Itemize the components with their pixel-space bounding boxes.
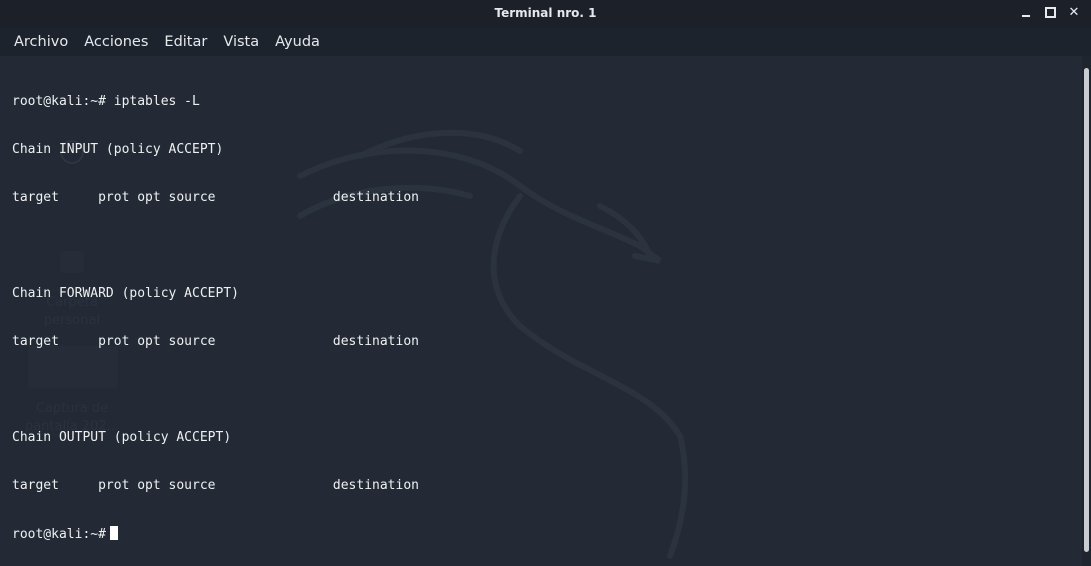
scrollbar[interactable] bbox=[1082, 56, 1091, 566]
menu-bar: Archivo Acciones Editar Vista Ayuda bbox=[0, 28, 1091, 56]
close-button[interactable]: ✕ bbox=[1065, 4, 1083, 22]
shell-prompt: root@kali:~# bbox=[12, 527, 106, 542]
title-bar[interactable]: Terminal nro. 1 ✕ bbox=[0, 0, 1091, 28]
maximize-icon bbox=[1044, 7, 1056, 18]
text-cursor bbox=[109, 526, 118, 540]
minimize-button[interactable] bbox=[1017, 4, 1035, 22]
prompt-line[interactable]: root@kali:~# bbox=[12, 526, 419, 542]
maximize-button[interactable] bbox=[1041, 4, 1059, 22]
terminal-line: root@kali:~# iptables -L bbox=[12, 94, 200, 109]
minimize-icon bbox=[1022, 15, 1030, 17]
terminal-line: Chain OUTPUT (policy ACCEPT) bbox=[12, 430, 232, 445]
window-controls: ✕ bbox=[1017, 4, 1083, 22]
terminal-window: Terminal nro. 1 ✕ Archivo Acciones Edita… bbox=[0, 0, 1091, 566]
menu-archivo[interactable]: Archivo bbox=[6, 30, 76, 54]
terminal-line: target prot opt source destination bbox=[12, 478, 419, 493]
close-icon: ✕ bbox=[1068, 5, 1080, 20]
terminal-output: root@kali:~# iptables -L Chain INPUT (po… bbox=[12, 62, 419, 566]
window-title: Terminal nro. 1 bbox=[494, 6, 597, 20]
terminal-line: Chain FORWARD (policy ACCEPT) bbox=[12, 286, 239, 301]
menu-vista[interactable]: Vista bbox=[215, 30, 267, 54]
menu-ayuda[interactable]: Ayuda bbox=[267, 30, 328, 54]
terminal-line: target prot opt source destination bbox=[12, 190, 419, 205]
menu-acciones[interactable]: Acciones bbox=[76, 30, 156, 54]
terminal-line: Chain INPUT (policy ACCEPT) bbox=[12, 142, 224, 157]
terminal-line: target prot opt source destination bbox=[12, 334, 419, 349]
terminal-area[interactable]: Carpeta personal Captura de pantalla 202… bbox=[0, 56, 1082, 566]
menu-editar[interactable]: Editar bbox=[156, 30, 215, 54]
scrollbar-thumb[interactable] bbox=[1084, 68, 1089, 552]
